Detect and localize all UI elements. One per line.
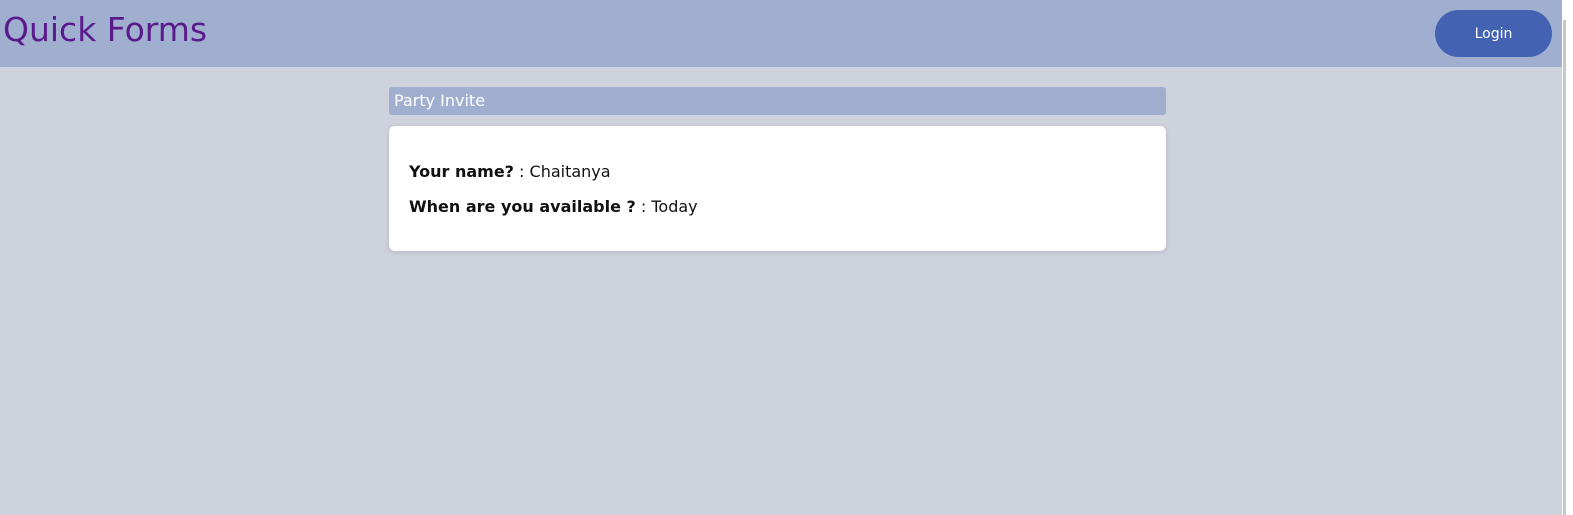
brand-title[interactable]: Quick Forms — [3, 10, 207, 50]
field-value: Chaitanya — [529, 162, 611, 181]
field-label: When are you available ? — [409, 197, 636, 216]
scrollbar-thumb[interactable] — [1563, 20, 1566, 515]
field-row-name: Your name? : Chaitanya — [409, 162, 611, 182]
form-title: Party Invite — [389, 87, 1166, 115]
response-card: Your name? : Chaitanya When are you avai… — [389, 126, 1166, 251]
field-separator: : — [635, 197, 652, 216]
field-row-availability: When are you available ? : Today — [409, 197, 698, 217]
field-separator: : — [513, 162, 530, 181]
top-navbar: Quick Forms Login — [0, 0, 1562, 67]
field-value: Today — [651, 197, 698, 216]
page: Quick Forms Login Party Invite Your name… — [0, 0, 1573, 515]
field-label: Your name? — [409, 162, 514, 181]
login-button[interactable]: Login — [1435, 10, 1552, 57]
